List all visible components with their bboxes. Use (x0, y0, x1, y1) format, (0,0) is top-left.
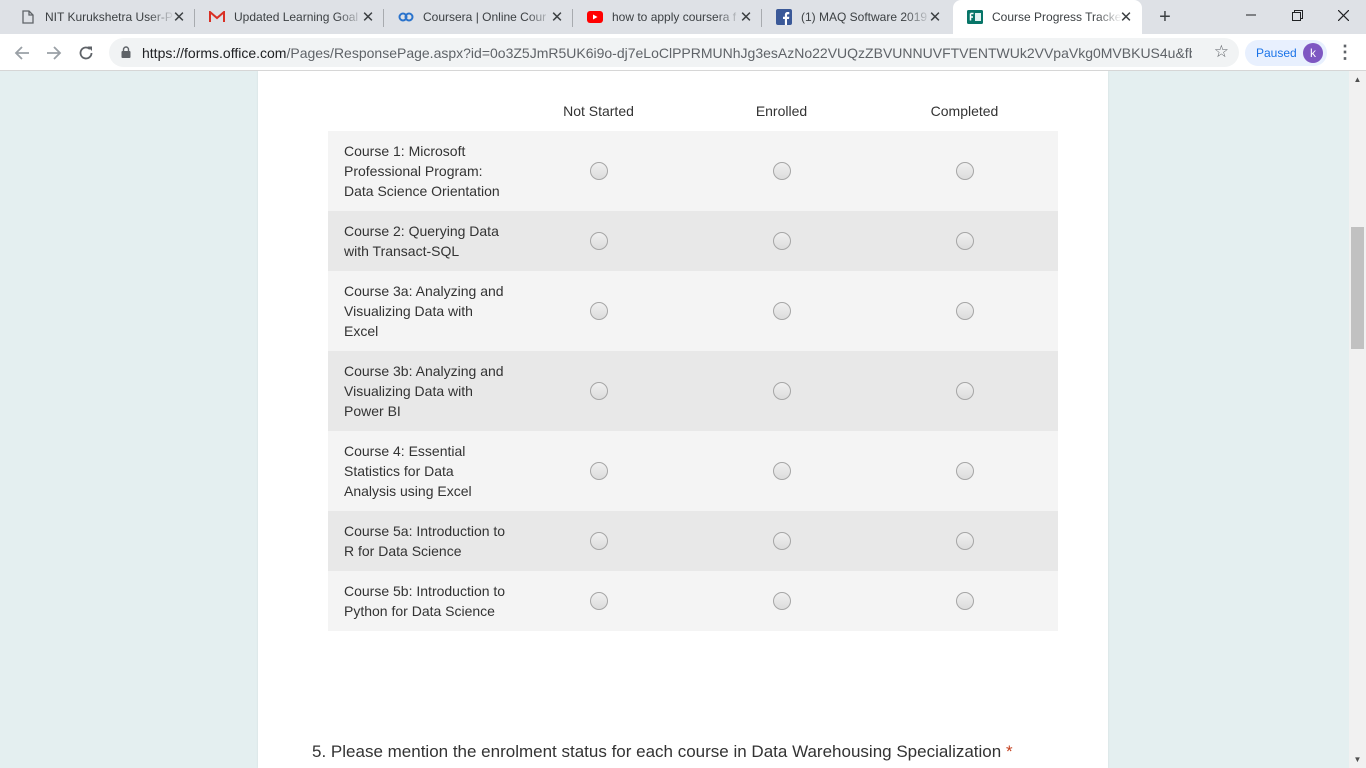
radio-completed[interactable] (956, 462, 974, 480)
forward-button[interactable] (42, 41, 66, 65)
page-viewport: Not Started Enrolled Completed Course 1:… (0, 71, 1349, 768)
close-tab-icon[interactable]: ✕ (360, 9, 376, 26)
url-path: /Pages/ResponsePage.aspx?id=0o3Z5JmR5UK6… (286, 45, 1192, 61)
grid-row-course-5a: Course 5a: Introduction to R for Data Sc… (328, 511, 1058, 571)
tab-title: Coursera | Online Cour (423, 10, 547, 24)
tab-title: NIT Kurukshetra User-P (45, 10, 173, 24)
document-icon (20, 9, 36, 25)
radio-completed[interactable] (956, 162, 974, 180)
radio-enrolled[interactable] (773, 232, 791, 250)
tab-nit-kurukshetra[interactable]: NIT Kurukshetra User-P ✕ (6, 0, 195, 34)
close-window-button[interactable] (1320, 0, 1366, 30)
grid-row-course-4: Course 4: Essential Statistics for Data … (328, 431, 1058, 511)
radio-not-started[interactable] (590, 382, 608, 400)
grid-row-course-2: Course 2: Querying Data with Transact-SQ… (328, 211, 1058, 271)
required-mark: * (1005, 742, 1013, 761)
gmail-icon (209, 9, 225, 25)
likert-grid: Course 1: Microsoft Professional Program… (328, 131, 1058, 631)
form-card: Not Started Enrolled Completed Course 1:… (258, 71, 1108, 768)
radio-not-started[interactable] (590, 302, 608, 320)
radio-not-started[interactable] (590, 462, 608, 480)
arrow-left-icon (14, 46, 29, 60)
minimize-button[interactable] (1228, 0, 1274, 30)
facebook-icon (776, 9, 792, 25)
radio-enrolled[interactable] (773, 532, 791, 550)
column-header-not-started: Not Started (563, 103, 634, 119)
column-header-completed: Completed (930, 103, 999, 119)
scroll-down-arrow-icon[interactable]: ▼ (1349, 751, 1366, 768)
avatar: k (1303, 43, 1323, 63)
radio-enrolled[interactable] (773, 162, 791, 180)
row-label: Course 3b: Analyzing and Visualizing Dat… (344, 363, 504, 419)
back-button[interactable] (10, 41, 34, 65)
tab-title: how to apply coursera f (612, 10, 737, 24)
close-tab-icon[interactable]: ✕ (927, 9, 943, 26)
question-5-title: 5. Please mention the enrolment status f… (312, 742, 1013, 762)
radio-completed[interactable] (956, 302, 974, 320)
forms-icon (967, 9, 983, 25)
tab-youtube[interactable]: how to apply coursera f ✕ (573, 0, 762, 34)
more-menu-icon[interactable]: ⋮ (1336, 43, 1354, 63)
row-label: Course 2: Querying Data with Transact-SQ… (344, 223, 499, 259)
radio-completed[interactable] (956, 592, 974, 610)
scrollbar-thumb[interactable] (1351, 227, 1364, 349)
radio-enrolled[interactable] (773, 592, 791, 610)
restore-button[interactable] (1274, 0, 1320, 30)
radio-enrolled[interactable] (773, 302, 791, 320)
profile-button[interactable]: Paused k (1245, 40, 1327, 66)
question-number: 5. (312, 742, 327, 761)
address-bar[interactable]: https://forms.office.com/Pages/ResponseP… (109, 38, 1239, 67)
row-label: Course 4: Essential Statistics for Data … (344, 443, 472, 499)
grid-row-course-3a: Course 3a: Analyzing and Visualizing Dat… (328, 271, 1058, 351)
close-tab-icon[interactable]: ✕ (1118, 9, 1134, 26)
tab-updated-learning-goal[interactable]: Updated Learning Goal ✕ (195, 0, 384, 34)
grid-row-course-3b: Course 3b: Analyzing and Visualizing Dat… (328, 351, 1058, 431)
close-tab-icon[interactable]: ✕ (549, 9, 565, 26)
radio-completed[interactable] (956, 382, 974, 400)
profile-status: Paused (1256, 46, 1297, 60)
url-text: https://forms.office.com/Pages/ResponseP… (142, 45, 1192, 61)
arrow-right-icon (47, 46, 62, 60)
radio-not-started[interactable] (590, 592, 608, 610)
question-text: Please mention the enrolment status for … (330, 742, 1002, 761)
column-header-enrolled: Enrolled (755, 103, 808, 119)
tab-title: Course Progress Tracke (992, 10, 1122, 24)
scroll-up-arrow-icon[interactable]: ▲ (1349, 71, 1366, 88)
radio-not-started[interactable] (590, 162, 608, 180)
row-label: Course 3a: Analyzing and Visualizing Dat… (344, 283, 504, 339)
reload-button[interactable] (74, 41, 98, 65)
reload-icon (79, 46, 93, 60)
row-label: Course 1: Microsoft Professional Program… (344, 143, 500, 199)
tab-title: (1) MAQ Software 2019 (801, 10, 928, 24)
radio-enrolled[interactable] (773, 382, 791, 400)
tab-facebook[interactable]: (1) MAQ Software 2019 ✕ (762, 0, 951, 34)
radio-enrolled[interactable] (773, 462, 791, 480)
radio-completed[interactable] (956, 232, 974, 250)
radio-not-started[interactable] (590, 532, 608, 550)
new-tab-button[interactable]: + (1154, 6, 1176, 28)
coursera-icon (398, 9, 414, 25)
tab-course-progress-tracker[interactable]: Course Progress Tracke ✕ (953, 0, 1142, 34)
bookmark-star-icon[interactable]: ☆ (1214, 42, 1229, 62)
tab-strip: NIT Kurukshetra User-P ✕ Updated Learnin… (0, 0, 1366, 34)
browser-toolbar: https://forms.office.com/Pages/ResponseP… (0, 34, 1366, 71)
row-label: Course 5b: Introduction to Python for Da… (344, 583, 506, 619)
vertical-scrollbar[interactable]: ▲ ▼ (1349, 71, 1366, 768)
close-tab-icon[interactable]: ✕ (171, 9, 187, 26)
grid-row-course-5b: Course 5b: Introduction to Python for Da… (328, 571, 1058, 631)
grid-row-course-1: Course 1: Microsoft Professional Program… (328, 131, 1058, 211)
lock-icon (121, 46, 131, 58)
url-host: https://forms.office.com (142, 45, 287, 61)
radio-not-started[interactable] (590, 232, 608, 250)
tab-title: Updated Learning Goal (234, 10, 359, 24)
close-tab-icon[interactable]: ✕ (738, 9, 754, 26)
tab-coursera[interactable]: Coursera | Online Cour ✕ (384, 0, 573, 34)
radio-completed[interactable] (956, 532, 974, 550)
youtube-icon (587, 9, 603, 25)
row-label: Course 5a: Introduction to R for Data Sc… (344, 523, 506, 559)
